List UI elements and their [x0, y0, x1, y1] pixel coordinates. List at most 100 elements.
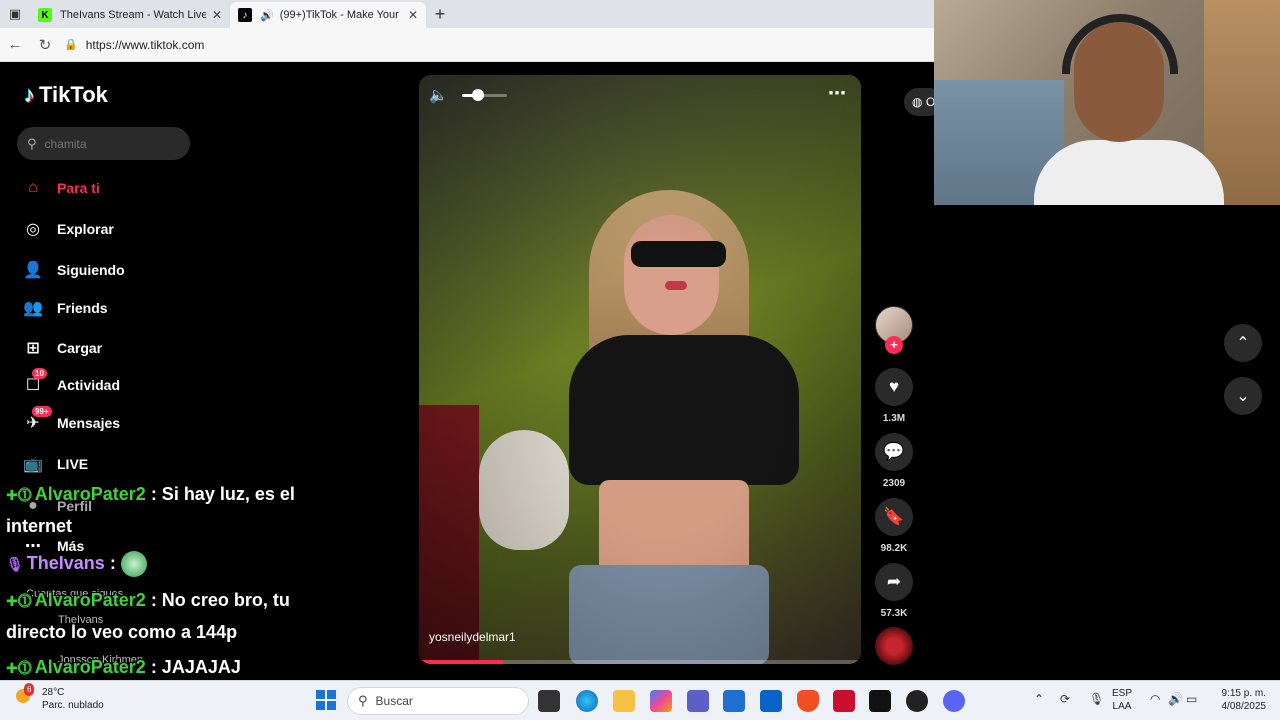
chat-username: AlvaroPater2: [34, 657, 146, 677]
language-bottom: LAA: [1112, 701, 1132, 712]
tab-tiktok[interactable]: ♪ 🔊 (99+)TikTok - Make Your Day ✕: [230, 2, 426, 28]
more-options-icon[interactable]: ⋯: [828, 83, 847, 104]
comment-button[interactable]: 💬 2309: [873, 433, 915, 489]
start-button[interactable]: [316, 690, 336, 710]
like-button[interactable]: ♥ 1.3M: [873, 368, 915, 424]
weather-temp: 28°C: [42, 687, 65, 698]
video-author[interactable]: yosneilydelmar1: [429, 630, 516, 644]
search-icon: ⚲: [27, 135, 37, 151]
edge-icon[interactable]: [576, 690, 598, 712]
video-player[interactable]: 🔈 ⋯ yosneilydelmar1: [419, 75, 861, 664]
sidebar-item-friends[interactable]: 👥 Friends: [22, 297, 108, 319]
tab-title: TheIvans Stream - Watch Live on K: [60, 9, 206, 21]
webcam-shirt: [1034, 140, 1224, 205]
chat-text: :: [109, 552, 116, 573]
compass-icon: ◎: [26, 221, 40, 238]
brave-icon[interactable]: [797, 690, 819, 712]
store-icon[interactable]: [723, 690, 745, 712]
discord-icon[interactable]: [943, 690, 965, 712]
like-count: 1.3M: [882, 413, 906, 424]
volume-slider[interactable]: [462, 94, 507, 97]
chat-username: AlvaroPater2: [34, 590, 146, 610]
reload-button[interactable]: ↻: [30, 36, 60, 54]
live-icon: 📺: [23, 456, 43, 473]
outlook-icon[interactable]: [760, 690, 782, 712]
windows-logo-icon: [327, 701, 336, 710]
search-input[interactable]: [44, 136, 175, 151]
mcafee-icon[interactable]: [833, 690, 855, 712]
chat-message-continued: internet: [6, 516, 73, 536]
task-view-icon[interactable]: [538, 690, 560, 712]
volume-icon[interactable]: 🔈: [429, 86, 448, 104]
follow-plus-icon[interactable]: +: [885, 336, 903, 354]
chat-badge-icon: ✚⓵: [6, 660, 32, 676]
url-field[interactable]: 🔒 https://www.tiktok.com: [64, 33, 934, 57]
emote-icon: [120, 551, 147, 577]
weather-badge: 6: [24, 683, 35, 696]
close-tab-icon[interactable]: ✕: [212, 8, 222, 22]
share-button[interactable]: ➦ 57.3K: [873, 563, 915, 619]
weather-widget[interactable]: 6 28°C Parc. nublado: [16, 683, 104, 712]
music-disc-icon[interactable]: [875, 627, 913, 665]
close-tab-icon[interactable]: ✕: [408, 8, 418, 22]
following-icon: 👤: [23, 262, 43, 279]
sidebar-item-label: LIVE: [57, 456, 89, 472]
file-explorer-icon[interactable]: [613, 690, 635, 712]
obs-app-icon[interactable]: [869, 690, 891, 712]
teams-icon[interactable]: [687, 690, 709, 712]
language-indicator[interactable]: ESP LAA: [1112, 687, 1132, 713]
clock-date: 4/08/2025: [1221, 701, 1267, 712]
sidebar-item-mensajes[interactable]: ✈ 99+ Mensajes: [22, 406, 120, 434]
mic-badge-icon: 🎙: [6, 555, 24, 572]
volume-icon[interactable]: 🔊: [1168, 692, 1183, 706]
chat-text: : Si hay luz, es el: [150, 484, 295, 504]
sidebar-item-label: Friends: [57, 300, 108, 316]
sidebar-item-live[interactable]: 📺 LIVE: [22, 453, 88, 475]
taskbar: 6 28°C Parc. nublado ⚲ Buscar ⌃ ⟳ 🎙 ESP …: [0, 680, 1280, 720]
language-top: ESP: [1112, 688, 1133, 699]
bookmark-icon: 🔖: [875, 498, 913, 536]
chat-badge-icon: ✚⓵: [6, 593, 32, 609]
tiktok-logo[interactable]: ♪ TikTok: [24, 82, 108, 108]
taskbar-search[interactable]: ⚲ Buscar: [347, 687, 529, 715]
weather-desc: Parc. nublado: [42, 700, 104, 711]
video-progress-bar[interactable]: [419, 660, 861, 664]
chat-message: ✚⓵ AlvaroPater2 : Si hay luz, es el: [6, 484, 295, 505]
sidebar-item-cargar[interactable]: ⊞ Cargar: [22, 337, 102, 359]
speaker-icon[interactable]: 🔊: [260, 9, 274, 22]
tab-kick[interactable]: K TheIvans Stream - Watch Live on K ✕: [30, 2, 230, 28]
chevron-up-icon[interactable]: ⌃: [1034, 692, 1044, 706]
window-menu-icon[interactable]: ▣: [0, 0, 30, 28]
chat-message-continued: directo lo veo como a 144p: [6, 622, 238, 642]
save-button[interactable]: 🔖 98.2K: [873, 498, 915, 554]
back-button[interactable]: ←: [0, 36, 30, 53]
share-icon: ➦: [875, 563, 913, 601]
share-count: 57.3K: [880, 608, 908, 619]
chat-text: : JAJAJAJ: [150, 657, 241, 677]
wifi-icon[interactable]: ◠: [1150, 692, 1160, 706]
sidebar-item-explorar[interactable]: ◎ Explorar: [22, 218, 114, 240]
volume-knob[interactable]: [471, 89, 484, 101]
url-text: https://www.tiktok.com: [85, 37, 205, 52]
messages-icon: ✈ 99+: [22, 406, 52, 434]
next-video-button[interactable]: ⌄: [1224, 377, 1262, 415]
sidebar-item-para-ti[interactable]: ⌂ Para ti: [22, 177, 100, 199]
clock[interactable]: 9:15 p. m. 4/08/2025: [1210, 687, 1267, 713]
upload-icon: ⊞: [26, 340, 40, 357]
sidebar-item-actividad[interactable]: ☐ 10 Actividad: [22, 368, 120, 396]
previous-video-button[interactable]: ⌃: [1224, 324, 1262, 362]
obs-icon[interactable]: [906, 690, 928, 712]
new-tab-button[interactable]: +: [426, 4, 454, 25]
sync-icon[interactable]: ⟳: [1060, 692, 1070, 706]
windows-logo-icon: [316, 690, 325, 699]
taskbar-search-label: Buscar: [375, 694, 413, 708]
kick-icon: K: [38, 8, 52, 22]
messages-badge: 99+: [32, 406, 52, 417]
battery-icon[interactable]: ▭: [1186, 692, 1197, 706]
sidebar-item-siguiendo[interactable]: 👤 Siguiendo: [22, 259, 125, 281]
copilot-icon[interactable]: [650, 690, 672, 712]
microphone-icon[interactable]: 🎙: [1089, 692, 1104, 706]
comment-count: 2309: [882, 478, 906, 489]
search-box[interactable]: ⚲: [17, 127, 190, 160]
logo-text: TikTok: [39, 82, 108, 107]
